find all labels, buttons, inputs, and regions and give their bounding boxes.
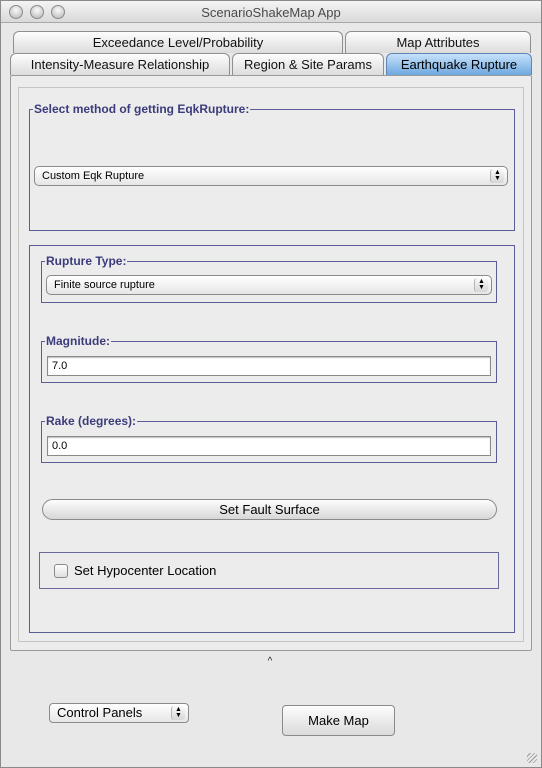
control-panels-select[interactable]: Control Panels ▲ ▼: [49, 703, 189, 723]
rupture-type-group: Rupture Type: Finite source rupture ▲ ▼: [41, 254, 497, 303]
magnitude-input[interactable]: [47, 356, 491, 376]
rupture-params-group: Rupture Type: Finite source rupture ▲ ▼ M…: [29, 245, 515, 633]
magnitude-group: Magnitude:: [41, 334, 497, 383]
tab-earthquake-rupture[interactable]: Earthquake Rupture: [386, 53, 532, 75]
eqk-method-select[interactable]: Custom Eqk Rupture ▲ ▼: [34, 166, 508, 186]
rupture-type-select[interactable]: Finite source rupture ▲ ▼: [46, 275, 492, 295]
rake-label: Rake (degrees):: [45, 414, 138, 428]
splitter-handle[interactable]: ^: [263, 656, 277, 667]
title-bar: ScenarioShakeMap App: [1, 1, 541, 23]
rake-input[interactable]: [47, 436, 491, 456]
tab-exceedance-level[interactable]: Exceedance Level/Probability: [13, 31, 343, 53]
up-down-arrows-icon: ▲ ▼: [490, 169, 504, 183]
up-down-arrows-icon: ▲ ▼: [171, 706, 185, 720]
tab-intensity-measure[interactable]: Intensity-Measure Relationship: [10, 53, 230, 75]
tab-region-site-params[interactable]: Region & Site Params: [232, 53, 384, 75]
hypocenter-group: Set Hypocenter Location: [39, 552, 499, 589]
earthquake-rupture-panel: Select method of getting EqkRupture: Cus…: [10, 75, 532, 651]
hypocenter-checkbox[interactable]: [54, 564, 68, 578]
eqk-method-group: Select method of getting EqkRupture: Cus…: [29, 102, 515, 231]
eqk-method-value: Custom Eqk Rupture: [42, 170, 145, 182]
resize-grip-icon[interactable]: [527, 753, 537, 763]
eqk-method-title: Select method of getting EqkRupture:: [33, 102, 251, 116]
rake-group: Rake (degrees):: [41, 414, 497, 463]
app-window: ScenarioShakeMap App Exceedance Level/Pr…: [0, 0, 542, 768]
set-fault-surface-button[interactable]: Set Fault Surface: [42, 499, 497, 520]
make-map-button[interactable]: Make Map: [282, 705, 395, 736]
hypocenter-label: Set Hypocenter Location: [74, 563, 217, 578]
tab-map-attributes[interactable]: Map Attributes: [345, 31, 531, 53]
window-title: ScenarioShakeMap App: [201, 5, 341, 20]
rupture-type-value: Finite source rupture: [54, 279, 155, 291]
control-panels-value: Control Panels: [57, 705, 143, 720]
rupture-inner-panel: Select method of getting EqkRupture: Cus…: [18, 87, 524, 642]
magnitude-label: Magnitude:: [45, 334, 111, 348]
up-down-arrows-icon: ▲ ▼: [474, 278, 488, 292]
rupture-type-label: Rupture Type:: [45, 254, 128, 268]
